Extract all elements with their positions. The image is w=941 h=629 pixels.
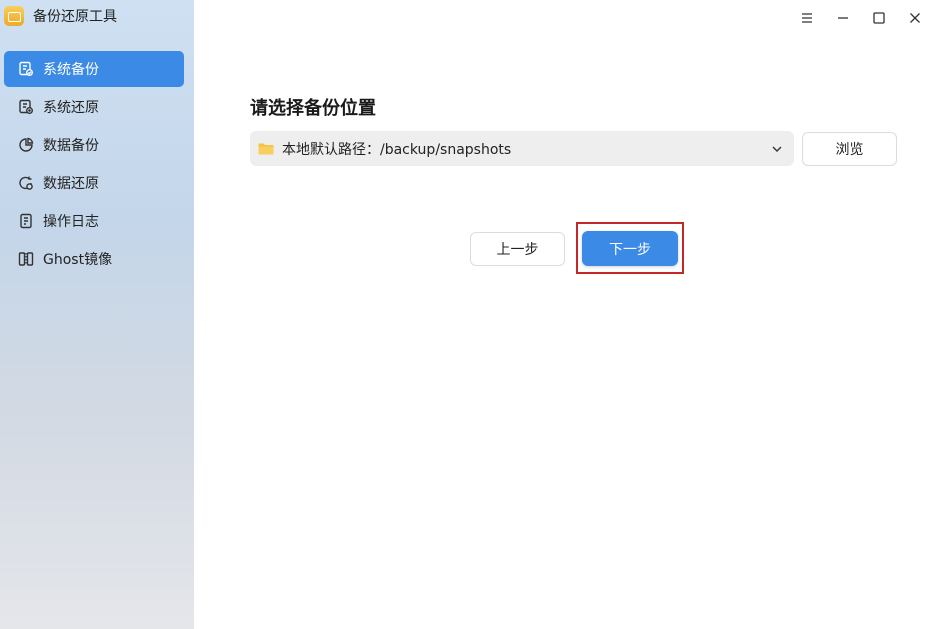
sidebar-nav: 系统备份 系统还原 数据备份 数据还原 操作日志 Ghost镜像 [4, 51, 184, 279]
sidebar-item-operation-log[interactable]: 操作日志 [4, 203, 184, 239]
data-backup-icon [18, 137, 34, 153]
sidebar-item-label: 系统备份 [43, 62, 99, 78]
browse-button[interactable]: 浏览 [802, 132, 897, 166]
backup-path-select[interactable]: 本地默认路径：/backup/snapshots [250, 131, 794, 166]
sidebar-item-label: 操作日志 [43, 214, 99, 230]
page-title: 请选择备份位置 [250, 98, 376, 119]
previous-step-button[interactable]: 上一步 [470, 232, 565, 266]
app-window: 备份还原工具 系统备份 系统还原 数据备份 数据还原 操作日志 Ghost镜像 … [0, 0, 941, 629]
folder-icon [258, 143, 274, 154]
app-header: 备份还原工具 [4, 5, 117, 27]
system-backup-icon [18, 61, 34, 77]
app-title: 备份还原工具 [33, 9, 117, 25]
sidebar-item-label: 系统还原 [43, 100, 99, 116]
ghost-image-icon [18, 251, 34, 267]
system-restore-icon [18, 99, 34, 115]
data-restore-icon [18, 175, 34, 191]
next-step-button[interactable]: 下一步 [582, 231, 678, 266]
sidebar-item-system-restore[interactable]: 系统还原 [4, 89, 184, 125]
log-icon [18, 213, 34, 229]
sidebar: 备份还原工具 系统备份 系统还原 数据备份 数据还原 操作日志 Ghost镜像 [0, 0, 194, 629]
sidebar-item-label: Ghost镜像 [43, 252, 113, 268]
sidebar-item-system-backup[interactable]: 系统备份 [4, 51, 184, 87]
sidebar-item-label: 数据备份 [43, 138, 99, 154]
sidebar-item-label: 数据还原 [43, 176, 99, 192]
backup-path-value: 本地默认路径：/backup/snapshots [282, 141, 512, 158]
sidebar-item-ghost-image[interactable]: Ghost镜像 [4, 241, 184, 277]
main-content: 请选择备份位置 本地默认路径：/backup/snapshots 浏览 上一步 … [194, 0, 941, 629]
sidebar-item-data-restore[interactable]: 数据还原 [4, 165, 184, 201]
sidebar-item-data-backup[interactable]: 数据备份 [4, 127, 184, 163]
folder-app-icon [4, 6, 24, 26]
chevron-down-icon[interactable] [770, 142, 784, 156]
